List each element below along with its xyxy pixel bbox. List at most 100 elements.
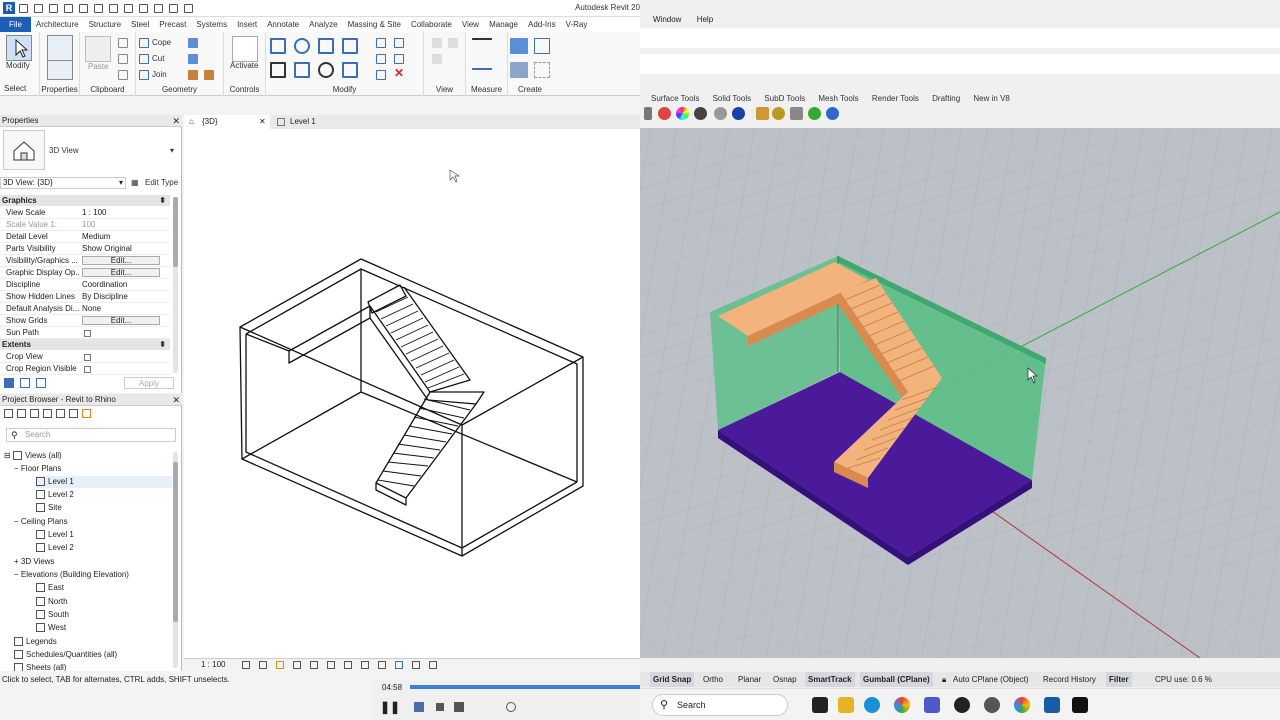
tree-node[interactable]: South: [36, 609, 69, 621]
pause-icon[interactable]: ❚❚: [380, 700, 400, 714]
tab-new-in-v8[interactable]: New in V8: [973, 94, 1009, 103]
lock-icon[interactable]: [644, 107, 652, 120]
cope-label[interactable]: Cope: [152, 38, 171, 47]
pin-icon[interactable]: [376, 70, 386, 80]
status-record-history[interactable]: Record History: [1043, 672, 1096, 687]
tab-structure[interactable]: Structure: [84, 20, 126, 29]
view-tab-level-1[interactable]: Level 1: [272, 115, 362, 129]
sheet-icon[interactable]: [56, 409, 65, 418]
previous-icon[interactable]: [414, 702, 424, 712]
trim-icon[interactable]: [342, 62, 358, 78]
checkbox[interactable]: [84, 366, 91, 373]
tab-precast[interactable]: Precast: [154, 20, 191, 29]
apply-button[interactable]: Apply: [124, 377, 174, 389]
checkbox[interactable]: [84, 354, 91, 361]
status-ortho[interactable]: Ortho: [703, 672, 723, 687]
edge-icon[interactable]: [864, 697, 880, 713]
status-filter[interactable]: Filter: [1106, 672, 1132, 687]
modify-tool-icon[interactable]: [6, 35, 32, 61]
close-icon[interactable]: ✕: [259, 115, 266, 129]
tree-node[interactable]: Level 2: [36, 542, 74, 554]
sphere-dark-icon[interactable]: [694, 107, 707, 120]
tree-node[interactable]: Sheets (all): [14, 662, 66, 671]
tab-v-ray[interactable]: V-Ray: [561, 20, 593, 29]
status-planar[interactable]: Planar: [738, 672, 761, 687]
status-gumball[interactable]: Gumball (CPlane): [860, 672, 933, 687]
tree-node[interactable]: North: [36, 596, 68, 608]
reveal-icon[interactable]: [395, 661, 403, 669]
teams-icon[interactable]: [924, 697, 940, 713]
status-smarttrack[interactable]: SmartTrack: [805, 672, 855, 687]
link-icon[interactable]: [82, 409, 91, 418]
settings-icon[interactable]: [984, 697, 1000, 713]
rotate-icon[interactable]: [318, 62, 334, 78]
create-group-icon[interactable]: [510, 62, 528, 78]
rhino-perspective-viewport[interactable]: [640, 128, 1280, 659]
sync-icon[interactable]: [49, 4, 58, 13]
linework-icon[interactable]: [432, 54, 442, 64]
sort-icon[interactable]: [4, 378, 14, 388]
sphere-blue-icon[interactable]: [732, 107, 745, 120]
view-tab-3d[interactable]: ⌂ {3D} ✕: [184, 115, 270, 129]
split-gap-icon[interactable]: [394, 38, 404, 48]
cut-label[interactable]: Cut: [152, 54, 164, 63]
redo-icon[interactable]: [79, 4, 88, 13]
close-icon[interactable]: ✕: [172, 394, 180, 406]
split-icon[interactable]: [376, 38, 386, 48]
worksharing-icon[interactable]: [412, 661, 420, 669]
visual-style-icon[interactable]: [259, 661, 267, 669]
video-progress-bar[interactable]: [410, 685, 640, 689]
detail-level-icon[interactable]: [242, 661, 250, 669]
crop-icon[interactable]: [327, 661, 335, 669]
collapse-icon[interactable]: ⇞: [159, 339, 166, 350]
geometry-tool-1-icon[interactable]: [188, 38, 198, 48]
tree-node[interactable]: Site: [36, 502, 62, 514]
join-label[interactable]: Join: [152, 70, 167, 79]
offset-icon[interactable]: [294, 38, 310, 54]
geometry-tool-4-icon[interactable]: [204, 70, 214, 80]
search-input[interactable]: Search: [6, 428, 176, 442]
tab-mesh-tools[interactable]: Mesh Tools: [818, 94, 858, 103]
taskbar-search[interactable]: Search: [652, 694, 788, 716]
hide-icon[interactable]: [432, 38, 442, 48]
paste-icon[interactable]: [85, 36, 111, 62]
cut-geometry-icon[interactable]: [139, 54, 149, 64]
table-icon[interactable]: [43, 409, 52, 418]
mirror-draw-icon[interactable]: [342, 38, 358, 54]
status-grid-snap[interactable]: Grid Snap: [650, 672, 695, 687]
tree-node-selected[interactable]: Level 1: [36, 476, 172, 488]
geometry-tool-3-icon[interactable]: [188, 70, 198, 80]
tab-solid-tools[interactable]: Solid Tools: [713, 94, 752, 103]
help-icon[interactable]: [826, 107, 839, 120]
property-value[interactable]: None: [82, 303, 168, 315]
capture-app-icon[interactable]: [1072, 697, 1088, 713]
sphere-grey-icon[interactable]: [714, 107, 727, 120]
tab-insert[interactable]: Insert: [232, 20, 262, 29]
file-explorer-icon[interactable]: [838, 697, 854, 713]
property-value[interactable]: Medium: [82, 231, 168, 243]
undo-icon[interactable]: [64, 4, 73, 13]
scrollbar[interactable]: [173, 197, 178, 373]
render-icon[interactable]: [310, 661, 318, 669]
edit-button[interactable]: Edit...: [82, 316, 160, 325]
instance-selector[interactable]: 3D View: {3D} ▾: [0, 177, 126, 189]
menu-window[interactable]: Window: [653, 15, 681, 24]
text-icon[interactable]: [124, 4, 133, 13]
property-value[interactable]: 1 : 100: [82, 207, 168, 219]
create-parts-icon[interactable]: [534, 38, 550, 54]
type-name[interactable]: 3D View: [49, 146, 79, 155]
section-extents[interactable]: Extents ⇞: [0, 339, 170, 350]
settings-gear-icon[interactable]: [772, 107, 785, 120]
tab-subd-tools[interactable]: SubD Tools: [764, 94, 805, 103]
activate-label[interactable]: Activate: [230, 61, 258, 70]
cope-icon[interactable]: [139, 38, 149, 48]
close-icon[interactable]: ✕: [172, 115, 180, 127]
stop-icon[interactable]: [436, 703, 444, 711]
revit-app-icon[interactable]: [1044, 697, 1060, 713]
edit-button[interactable]: Edit...: [82, 256, 160, 265]
tree-node[interactable]: Legends: [14, 636, 57, 648]
command-line-input[interactable]: [640, 54, 1280, 74]
type-properties-icon[interactable]: [47, 35, 73, 61]
tab-add-ins[interactable]: Add-Ins: [523, 20, 561, 29]
tab-massing-site[interactable]: Massing & Site: [343, 20, 406, 29]
